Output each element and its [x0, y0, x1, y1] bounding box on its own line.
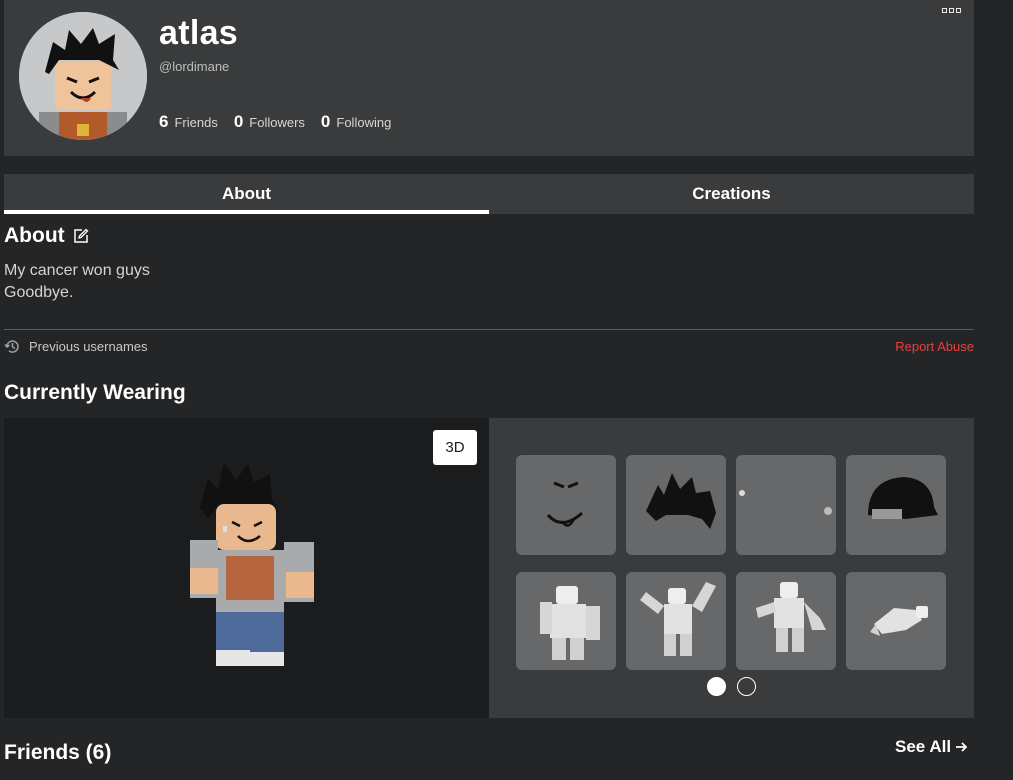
followers-count: 0 — [233, 112, 244, 131]
friends-title: Friends (6) — [4, 741, 112, 764]
report-abuse-link[interactable]: Report Abuse — [895, 339, 974, 354]
animation-icon — [540, 586, 600, 660]
animation-icon — [640, 582, 716, 656]
avatar-figure — [190, 462, 314, 666]
wearing-item[interactable] — [516, 455, 616, 555]
wearing-item[interactable] — [846, 455, 946, 555]
avatar[interactable] — [19, 12, 147, 140]
wearing-item[interactable] — [626, 572, 726, 670]
friends-stat[interactable]: 6 Friends — [159, 112, 218, 132]
page-dot[interactable] — [707, 677, 726, 696]
animation-icon — [870, 606, 928, 636]
friends-count: 6 — [159, 112, 169, 131]
followers-stat[interactable]: 0 Followers — [234, 112, 305, 132]
profile-tabs: About Creations — [4, 174, 974, 214]
followers-label: Followers — [249, 115, 305, 130]
wearing-items-panel — [489, 418, 974, 718]
wearing-item[interactable] — [736, 572, 836, 670]
previous-usernames-label: Previous usernames — [29, 339, 148, 354]
hair-icon — [646, 473, 716, 529]
earring-icon — [739, 490, 832, 515]
tab-creations[interactable]: Creations — [489, 174, 974, 214]
about-text-line: My cancer won guys — [4, 262, 150, 279]
about-heading: About — [4, 224, 89, 248]
see-all-label: See All — [895, 737, 952, 756]
divider — [4, 329, 974, 330]
wearing-item[interactable] — [736, 455, 836, 555]
page-dot[interactable] — [737, 677, 756, 696]
more-icon[interactable] — [942, 8, 961, 13]
cap-icon — [868, 477, 938, 519]
history-icon — [4, 340, 19, 353]
previous-usernames-button[interactable]: Previous usernames — [4, 338, 148, 355]
see-all-link[interactable]: See All — [895, 737, 968, 757]
currently-wearing-title: Currently Wearing — [4, 381, 186, 404]
wearing-item[interactable] — [846, 572, 946, 670]
edit-icon[interactable] — [73, 228, 89, 244]
username: @lordimane — [159, 59, 230, 74]
face-icon — [546, 481, 584, 527]
friends-label: Friends — [174, 115, 218, 130]
following-label: Following — [336, 115, 392, 130]
about-text-line: Goodbye. — [4, 284, 74, 301]
animation-icon — [756, 582, 826, 652]
profile-stats: 6 Friends 0 Followers 0 Following — [159, 112, 407, 132]
arrow-right-icon — [956, 742, 968, 752]
profile-header: atlas @lordimane 6 Friends 0 Followers 0… — [4, 0, 974, 156]
tab-about[interactable]: About — [4, 174, 489, 214]
wearing-item[interactable] — [516, 572, 616, 670]
following-count: 0 — [320, 112, 331, 131]
avatar-3d-viewer[interactable]: 3D — [4, 418, 489, 718]
display-name: atlas — [159, 14, 238, 52]
about-title: About — [4, 224, 65, 247]
carousel-pagination — [707, 677, 756, 696]
following-stat[interactable]: 0 Following — [321, 112, 391, 132]
wearing-item[interactable] — [626, 455, 726, 555]
